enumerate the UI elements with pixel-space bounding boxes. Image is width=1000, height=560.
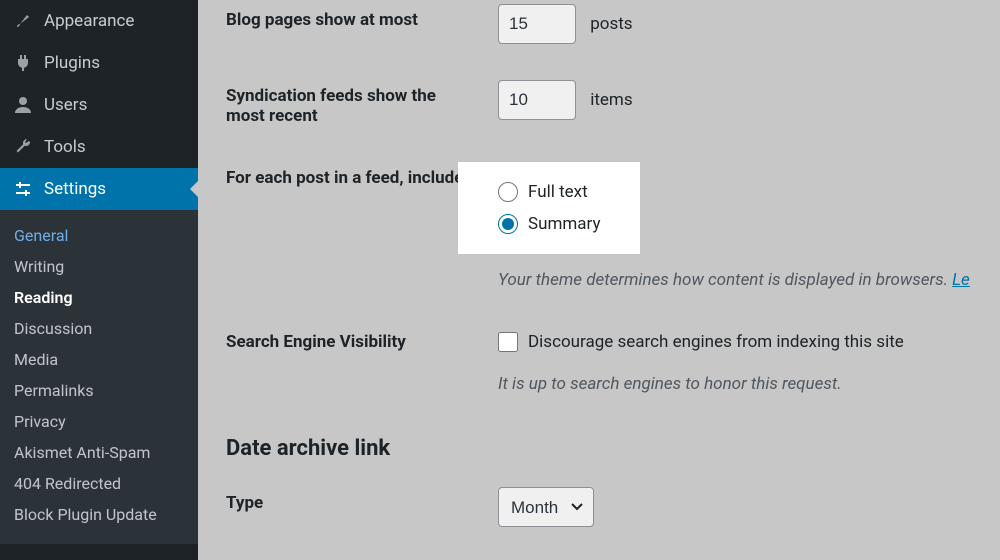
nav-tools[interactable]: Tools: [0, 126, 198, 168]
label-syndication: Syndication feeds show the most recent: [226, 80, 498, 126]
checkbox-discourage-row[interactable]: Discourage search engines from indexing …: [498, 326, 1000, 358]
heading-date-archive: Date archive link: [226, 412, 1000, 469]
radio-full-text-row[interactable]: Full text: [498, 176, 600, 208]
nav-label: Plugins: [44, 53, 100, 73]
submenu-privacy[interactable]: Privacy: [0, 406, 198, 437]
label-blog-pages: Blog pages show at most: [226, 4, 498, 30]
sliders-icon: [12, 178, 34, 200]
submenu-block-plugin-update[interactable]: Block Plugin Update: [0, 499, 198, 530]
submenu-writing[interactable]: Writing: [0, 251, 198, 282]
admin-sidebar: Appearance Plugins Users Tools Settings: [0, 0, 198, 560]
submenu-general[interactable]: General: [0, 220, 198, 251]
feed-include-radio-group: Full text Summary: [458, 162, 640, 254]
nav-label: Appearance: [44, 11, 134, 31]
nav-users[interactable]: Users: [0, 84, 198, 126]
feed-include-description: Your theme determines how content is dis…: [498, 270, 1000, 290]
row-feed-include: For each post in a feed, include Full te…: [226, 144, 1000, 308]
checkbox-discourage-label: Discourage search engines from indexing …: [528, 332, 904, 352]
submenu-discussion[interactable]: Discussion: [0, 313, 198, 344]
submenu-permalinks[interactable]: Permalinks: [0, 375, 198, 406]
nav-plugins[interactable]: Plugins: [0, 42, 198, 84]
radio-summary-label: Summary: [528, 214, 600, 234]
settings-submenu: General Writing Reading Discussion Media…: [0, 210, 198, 544]
submenu-akismet[interactable]: Akismet Anti-Spam: [0, 437, 198, 468]
row-archive-type: Type Month: [226, 469, 1000, 545]
settings-reading-panel: Blog pages show at most posts Syndicatio…: [198, 0, 1000, 560]
plug-icon: [12, 52, 34, 74]
brush-icon: [12, 10, 34, 32]
wrench-icon: [12, 136, 34, 158]
suffix-items: items: [590, 90, 632, 110]
nav-settings[interactable]: Settings: [0, 168, 198, 210]
nav-label: Users: [44, 95, 87, 115]
radio-full-text[interactable]: [498, 182, 518, 202]
input-syndication[interactable]: [498, 80, 576, 120]
checkbox-discourage[interactable]: [498, 332, 518, 352]
radio-full-text-label: Full text: [528, 182, 588, 202]
nav-appearance[interactable]: Appearance: [0, 0, 198, 42]
input-blog-pages[interactable]: [498, 4, 576, 44]
radio-summary[interactable]: [498, 214, 518, 234]
label-archive-type: Type: [226, 487, 498, 513]
user-icon: [12, 94, 34, 116]
label-search-visibility: Search Engine Visibility: [226, 326, 498, 352]
radio-summary-row[interactable]: Summary: [498, 208, 600, 240]
nav-label: Tools: [44, 137, 86, 157]
feed-description-link[interactable]: Le: [952, 270, 970, 290]
submenu-reading[interactable]: Reading: [0, 282, 198, 313]
row-search-visibility: Search Engine Visibility Discourage sear…: [226, 308, 1000, 412]
submenu-media[interactable]: Media: [0, 344, 198, 375]
submenu-404-redirected[interactable]: 404 Redirected: [0, 468, 198, 499]
search-visibility-description: It is up to search engines to honor this…: [498, 374, 1000, 394]
suffix-posts: posts: [590, 14, 632, 34]
row-blog-pages: Blog pages show at most posts: [226, 0, 1000, 62]
nav-label: Settings: [44, 179, 106, 199]
row-syndication: Syndication feeds show the most recent i…: [226, 62, 1000, 144]
select-archive-type[interactable]: Month: [498, 487, 594, 527]
